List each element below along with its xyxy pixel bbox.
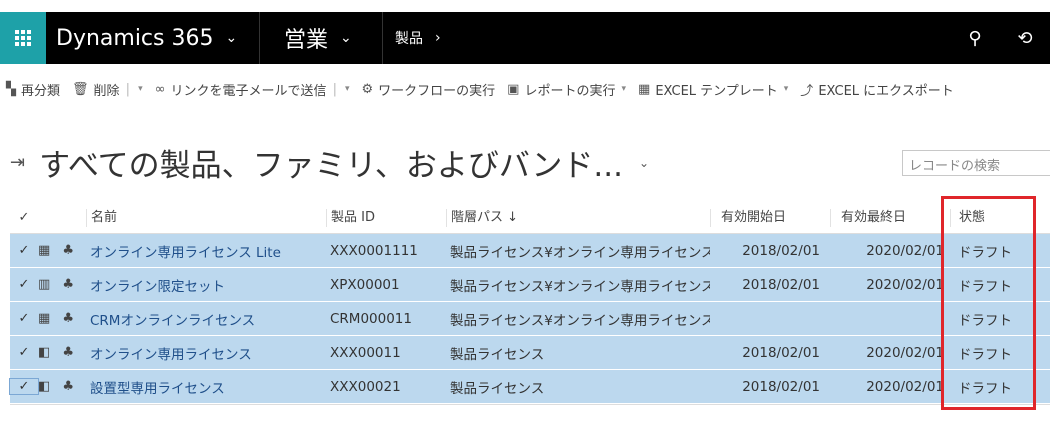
row-valid-to: 2020/02/01 [866,276,944,293]
row-checkbox[interactable]: ✓ [10,277,38,292]
run-report-button[interactable]: ▣ レポートの実行 ▾ [501,80,632,99]
search-icon[interactable]: ⚲ [950,28,1000,49]
app-launcher-button[interactable] [0,12,46,64]
product-family-icon: ▦ ♣ [38,311,79,326]
trash-icon: 🗑 [72,81,89,97]
history-icon[interactable]: ⟲ [1000,28,1050,49]
view-selector-title[interactable]: すべての製品、ファミリ、およびバンド... [39,140,623,185]
chevron-down-icon[interactable]: ▾ [138,84,143,94]
row-valid-from: 2018/02/01 [742,276,820,293]
excel-template-label: EXCEL テンプレート [655,83,778,99]
grid-next-row-cutoff [10,404,1050,414]
report-icon: ▣ [507,81,520,97]
product-bundle-icon: ▥ ♣ [38,277,79,292]
top-navigation-bar: Dynamics 365 ⌄ 営業 ⌄ 製品 › ⚲ ⟲ [0,12,1050,64]
chevron-down-icon[interactable]: ▾ [345,84,350,94]
row-product-id: XPX00001 [330,276,400,293]
view-header: ⇥ すべての製品、ファミリ、およびバンド... ⌄ [10,140,649,185]
row-checkbox[interactable]: ✓ [9,378,39,395]
app-title: Dynamics 365 [56,25,214,51]
table-row[interactable]: ✓ ◧ ♣ オンライン専用ライセンス XXX00011 製品ライセンス 2018… [10,336,1050,370]
reclassify-icon: ▚ [6,81,16,97]
export-excel-button[interactable]: ⤴ EXCEL にエクスポート [794,80,959,99]
waffle-icon [15,30,31,46]
row-name-link[interactable]: オンライン専用ライセンス [86,343,326,363]
search-records-input[interactable]: レコードの検索 [902,150,1050,176]
row-checkbox[interactable]: ✓ [10,243,38,258]
reclassify-label: 再分類 [21,83,61,99]
command-bar: ▚ 再分類 🗑 削除 | ▾ ∞ リンクを電子メールで送信 | ▾ ⚙ ワークフ… [0,74,1050,104]
chevron-down-icon: ▾ [621,84,627,94]
chevron-down-icon: ▾ [783,84,789,94]
row-valid-to: 2020/02/01 [866,378,944,395]
row-hierarchy-path: 製品ライセンス¥オンライン専用ライセンス [450,278,710,295]
row-checkbox[interactable]: ✓ [10,311,38,326]
area-menu[interactable]: 営業 ⌄ [260,12,383,64]
entity-breadcrumb[interactable]: 製品 › [383,28,441,48]
column-header-hierarchy-path[interactable]: 階層パス ↓ [446,208,710,227]
excel-template-button[interactable]: ▦ EXCEL テンプレート ▾ [632,80,794,99]
row-hierarchy-path: 製品ライセンス [450,380,545,397]
column-header-name[interactable]: 名前 [86,208,326,227]
grid-header: ✓ 名前 製品 ID 階層パス ↓ 有効開始日 有効最終日 状態 [10,202,1050,234]
row-valid-to: 2020/02/01 [866,344,944,361]
export-excel-label: EXCEL にエクスポート [818,83,954,99]
chevron-down-icon[interactable]: ⌄ [639,156,649,170]
status-column-highlight [941,196,1036,410]
header-icon-spacer [38,209,86,227]
chevron-right-icon: › [435,30,441,46]
run-report-label: レポートの実行 [524,83,616,99]
row-product-id: XXX00021 [330,378,401,395]
table-row[interactable]: ✓ ◧ ♣ 設置型専用ライセンス XXX00021 製品ライセンス 2018/0… [9,370,1050,404]
chevron-down-icon: ⌄ [225,30,238,46]
row-valid-from: 2018/02/01 [742,242,820,259]
excel-icon: ▦ [638,81,651,97]
pin-icon[interactable]: ⇥ [10,152,25,173]
entity-label: 製品 [395,31,423,47]
select-all-checkbox[interactable]: ✓ [10,209,38,227]
product-icon: ◧ ♣ [38,379,79,394]
divider: | [121,81,131,97]
app-title-menu[interactable]: Dynamics 365 ⌄ [46,12,260,64]
row-name-link[interactable]: オンライン限定セット [86,275,326,295]
export-icon: ⤴ [800,83,814,99]
delete-button[interactable]: 🗑 削除 | ▾ [66,80,149,99]
run-workflow-label: ワークフローの実行 [378,83,496,99]
delete-label: 削除 [93,83,120,99]
column-header-valid-to[interactable]: 有効最終日 [830,208,950,227]
chevron-down-icon: ⌄ [340,30,352,46]
product-icon: ◧ ♣ [38,345,79,360]
row-valid-from: 2018/02/01 [742,378,820,395]
row-checkbox[interactable]: ✓ [10,345,38,360]
reclassify-button[interactable]: ▚ 再分類 [0,80,66,99]
area-label: 営業 [284,28,329,53]
email-link-button[interactable]: ∞ リンクを電子メールで送信 | ▾ [149,80,356,99]
row-hierarchy-path: 製品ライセンス¥オンライン専用ライセンス [450,312,710,329]
row-product-id: CRM000011 [330,310,412,327]
link-icon: ∞ [154,81,166,97]
row-name-link[interactable]: 設置型専用ライセンス [86,377,326,397]
column-header-product-id[interactable]: 製品 ID [326,208,446,227]
row-valid-from: 2018/02/01 [742,344,820,361]
row-hierarchy-path: 製品ライセンス [450,346,545,363]
table-row[interactable]: ✓ ▦ ♣ CRMオンラインライセンス CRM000011 製品ライセンス¥オン… [10,302,1050,336]
row-name-link[interactable]: CRMオンラインライセンス [86,309,326,329]
row-name-link[interactable]: オンライン専用ライセンス Lite [86,241,326,261]
row-product-id: XXX00011 [330,344,401,361]
row-product-id: XXX0001111 [330,242,418,259]
records-grid: ✓ 名前 製品 ID 階層パス ↓ 有効開始日 有効最終日 状態 ✓ ▦ ♣ オ… [9,202,1050,414]
workflow-icon: ⚙ [361,81,374,97]
table-row[interactable]: ✓ ▦ ♣ オンライン専用ライセンス Lite XXX0001111 製品ライセ… [10,234,1050,268]
row-hierarchy-path: 製品ライセンス¥オンライン専用ライセンス [450,244,710,261]
run-workflow-button[interactable]: ⚙ ワークフローの実行 [356,80,502,99]
divider: | [328,81,337,97]
table-row[interactable]: ✓ ▥ ♣ オンライン限定セット XPX00001 製品ライセンス¥オンライン専… [10,268,1050,302]
email-link-label: リンクを電子メールで送信 [170,83,327,99]
product-family-icon: ▦ ♣ [38,243,79,258]
column-header-valid-from[interactable]: 有効開始日 [710,208,830,227]
row-valid-to: 2020/02/01 [866,242,944,259]
